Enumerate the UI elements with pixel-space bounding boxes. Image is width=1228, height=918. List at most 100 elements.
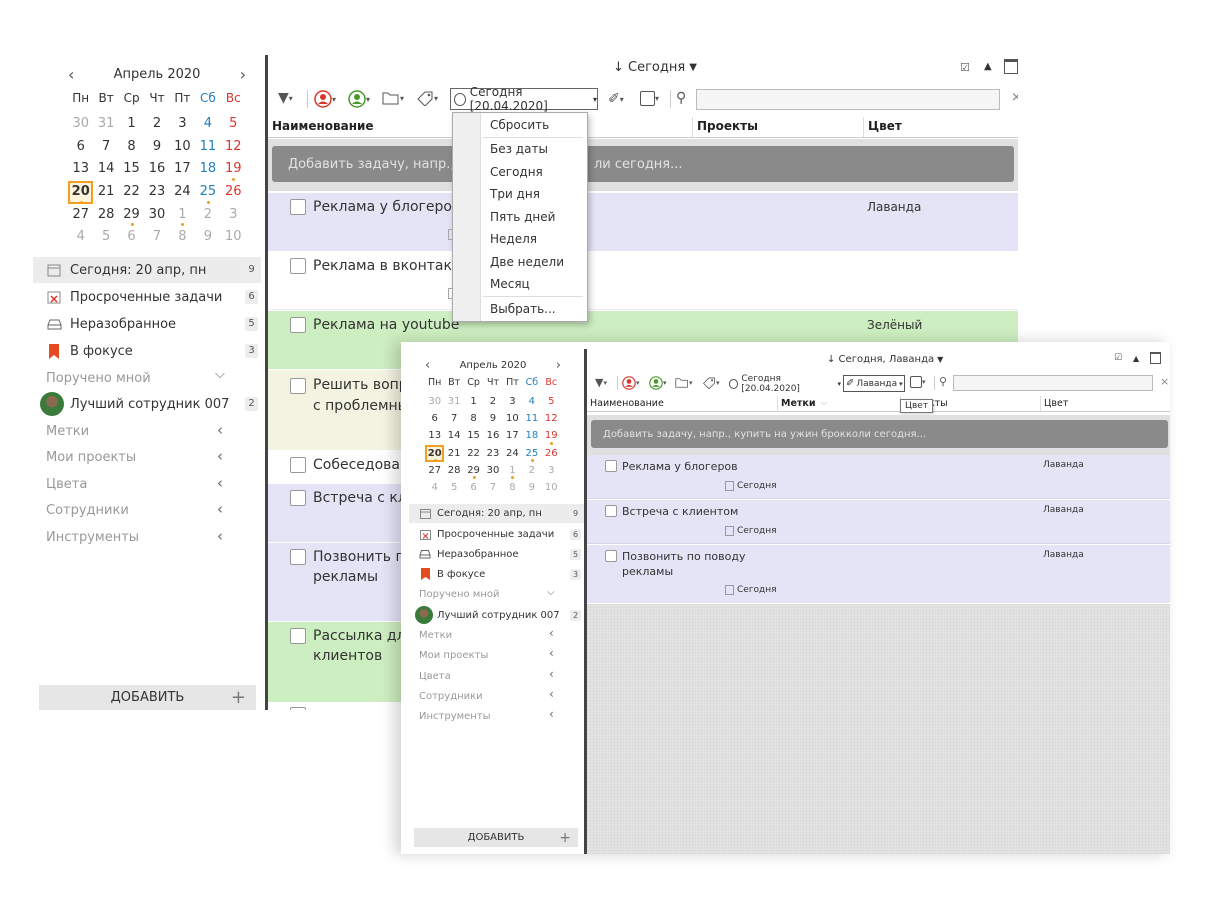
calendar-day[interactable]: 17	[503, 427, 522, 444]
calendar-day[interactable]: 19	[221, 158, 246, 181]
calendar-day[interactable]: 14	[93, 158, 118, 181]
calendar-day[interactable]: 31	[93, 113, 118, 136]
calendar-day[interactable]: 11	[522, 410, 541, 427]
calendar-day[interactable]: 31	[444, 393, 463, 410]
task-title[interactable]: Встреча с клиентом	[622, 505, 738, 518]
calendar-day[interactable]: 3	[221, 204, 246, 227]
task-title[interactable]: Рассылка дл	[313, 628, 406, 644]
calendar-day[interactable]: 23	[483, 445, 502, 462]
calendar-day[interactable]: 4	[425, 479, 444, 496]
calendar-day[interactable]: 16	[483, 427, 502, 444]
brush-icon[interactable]: ✐ ▾	[608, 91, 624, 107]
search-input[interactable]	[696, 89, 1000, 110]
calendar-day-today[interactable]: 20	[425, 444, 445, 462]
calendar-day[interactable]: 13	[425, 427, 444, 444]
calendar-day[interactable]: 21	[444, 445, 463, 462]
folder-icon[interactable]: ▾	[382, 91, 404, 106]
date-filter-select[interactable]: Сегодня [20.04.2020] ▾	[729, 374, 841, 394]
filter-icon[interactable]: ▼ ▾	[278, 90, 293, 106]
task-row[interactable]: Позвонить по поводу рекламы Лаванда Сего…	[587, 545, 1170, 603]
add-button[interactable]: ДОБАВИТЬ +	[39, 685, 256, 710]
task-row[interactable]: Реклама в вконтакт	[268, 252, 1018, 310]
sidebar-section-projects[interactable]: Мои проекты	[46, 444, 246, 470]
task-title[interactable]: Решить вопр	[313, 377, 408, 393]
sidebar-section-tags[interactable]: Метки	[419, 625, 569, 645]
calendar-day[interactable]: 30	[144, 204, 169, 227]
chevron-down-icon[interactable]: ⌵	[215, 367, 225, 382]
calendar-day[interactable]: 16	[144, 158, 169, 181]
dropdown-item-three-days[interactable]: Три дня	[490, 187, 540, 201]
sidebar-section-colors[interactable]: Цвета	[419, 666, 569, 686]
calendar-day[interactable]: 7	[483, 479, 502, 496]
calendar-day[interactable]: 29	[119, 204, 144, 227]
task-checkbox[interactable]	[290, 628, 306, 644]
chevron-left-icon[interactable]: ‹	[217, 421, 223, 439]
task-title[interactable]: Позвонить п	[313, 549, 405, 565]
close-icon[interactable]: ×	[1011, 90, 1018, 105]
calendar-day[interactable]: 2	[195, 204, 220, 227]
calendar-day[interactable]: 6	[68, 136, 93, 159]
calendar-day[interactable]: 11	[195, 136, 220, 159]
prev-month-button[interactable]: ‹	[68, 65, 74, 84]
calendar-day[interactable]: 2	[144, 113, 169, 136]
sidebar-item-employee[interactable]: Лучший сотрудник 007	[40, 391, 260, 417]
calendar-day[interactable]: 4	[68, 226, 93, 249]
calendar-day-today[interactable]: 20	[68, 181, 94, 204]
folder-icon[interactable]: ▾	[675, 377, 693, 389]
calendar-day[interactable]: 29	[464, 462, 483, 480]
calendar-day[interactable]: 18	[522, 427, 541, 444]
column-header-color[interactable]: Цвет	[1044, 398, 1068, 409]
dropdown-item-no-date[interactable]: Без даты	[490, 142, 548, 156]
dropdown-item-two-weeks[interactable]: Две недели	[490, 255, 564, 269]
sidebar-item-employee[interactable]: Лучший сотрудник 007	[415, 605, 585, 625]
calendar-day[interactable]: 10	[542, 479, 561, 496]
calendar-day[interactable]: 27	[68, 204, 93, 227]
search-input[interactable]	[953, 375, 1153, 391]
task-checkbox[interactable]	[605, 460, 617, 472]
task-row[interactable]: Реклама у блогеров Лаванда	[268, 193, 1018, 251]
task-row[interactable]: Реклама у блогеров Лаванда Сегодня	[587, 455, 1170, 499]
dropdown-item-five-days[interactable]: Пять дней	[490, 210, 555, 224]
chevron-left-icon[interactable]: ‹	[217, 474, 223, 492]
add-button[interactable]: ДОБАВИТЬ +	[414, 828, 578, 847]
dropdown-item-choose[interactable]: Выбрать...	[490, 302, 556, 316]
dropdown-item-week[interactable]: Неделя	[490, 232, 537, 246]
calendar-day[interactable]: 6	[119, 226, 144, 249]
next-month-button[interactable]: ›	[556, 358, 561, 373]
calendar-day[interactable]: 9	[483, 410, 502, 427]
chevron-left-icon[interactable]: ‹	[549, 626, 554, 640]
tag-icon[interactable]: ▾	[702, 377, 720, 389]
sidebar-section-projects[interactable]: Мои проекты	[419, 645, 569, 665]
calendar-day[interactable]: 2	[483, 393, 502, 410]
calendar-day[interactable]: 8	[503, 479, 522, 496]
sidebar-item-today[interactable]: Сегодня: 20 апр, пн	[33, 257, 261, 283]
calendar-day[interactable]: 24	[503, 445, 522, 462]
calendar-day[interactable]: 3	[170, 113, 195, 136]
calendar-day[interactable]: 7	[444, 410, 463, 427]
calendar-view-icon[interactable]	[1150, 352, 1161, 364]
calendar-day[interactable]: 5	[542, 393, 561, 410]
sidebar-item-inbox[interactable]: Неразобранное	[409, 544, 584, 564]
calendar-day[interactable]: 2	[522, 462, 541, 479]
task-checkbox[interactable]	[290, 549, 306, 565]
calendar-day[interactable]: 1	[464, 393, 483, 410]
next-month-button[interactable]: ›	[240, 65, 246, 84]
calendar-day[interactable]: 25	[195, 181, 220, 204]
tag-icon[interactable]: ▾	[416, 91, 438, 106]
calendar-day[interactable]: 9	[144, 136, 169, 159]
calendar-day[interactable]: 5	[221, 113, 246, 136]
task-title[interactable]: Реклама у блогеров	[313, 199, 460, 215]
chevron-left-icon[interactable]: ‹	[549, 687, 554, 701]
calendar-day[interactable]: 23	[144, 181, 169, 204]
view-title[interactable]: ↓ Сегодня, Лаванда ▼	[827, 354, 943, 365]
calendar-day[interactable]: 15	[464, 427, 483, 444]
calendar-day[interactable]: 8	[119, 136, 144, 159]
task-title[interactable]: Реклама у блогеров	[622, 460, 738, 473]
calendar-view-icon[interactable]	[1004, 59, 1018, 74]
dropdown-item-reset[interactable]: Сбросить	[490, 118, 549, 132]
filter-icon[interactable]: ▼ ▾	[595, 376, 607, 389]
column-header-name[interactable]: Наименование	[590, 398, 664, 409]
calendar-day[interactable]: 6	[425, 410, 444, 427]
task-checkbox[interactable]	[290, 490, 306, 506]
calendar-day[interactable]: 18	[195, 158, 220, 181]
